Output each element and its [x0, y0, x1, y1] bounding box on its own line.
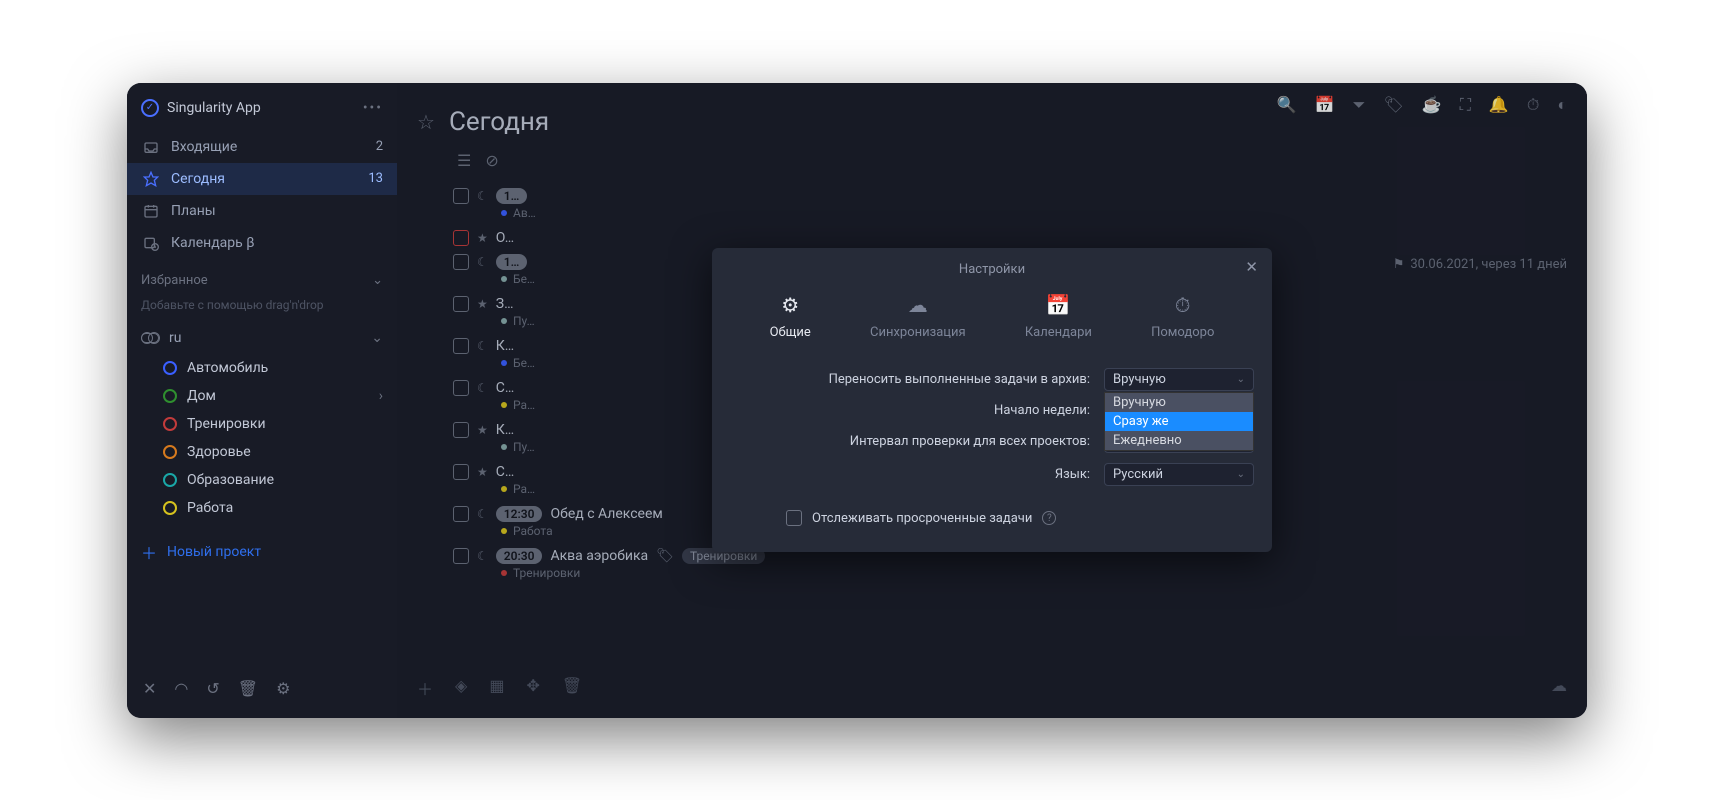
sidebar-item-label: Календарь β [171, 235, 255, 251]
new-project-label: Новый проект [167, 544, 261, 560]
app-header: Singularity App ••• [127, 93, 397, 131]
modal-tab-label: Календари [1025, 325, 1092, 340]
settings-modal: Настройки ✕ ⚙ Общие ☁ Синхронизация 📅 Ка… [712, 248, 1272, 552]
stopwatch-icon: ⏱ [1175, 293, 1191, 317]
sidebar-item-inbox[interactable]: Входящие 2 [127, 131, 397, 163]
calendar-clock-icon [141, 235, 161, 251]
calendar-icon [141, 203, 161, 219]
dropdown-option[interactable]: Ежедневно [1105, 431, 1253, 450]
project-item[interactable]: Образование [127, 466, 397, 494]
history-icon[interactable]: ↺ [206, 679, 219, 698]
project-label: Работа [187, 500, 233, 516]
project-color-icon [163, 445, 177, 459]
project-color-icon [163, 417, 177, 431]
sidebar-item-label: Входящие [171, 139, 237, 155]
caret-icon: ⌄ [1237, 374, 1245, 385]
main-area: 🔍 📅 ⏷ 🏷 ☕ ⛶ 🔔 ⏱ ◐ ☆ Сегодня ☰ ⊘ ⚑ 30.06.… [397, 83, 1587, 718]
modal-tab-label: Общие [770, 325, 811, 340]
setting-track-row: Отслеживать просроченные задачи ? [730, 496, 1254, 526]
chevron-down-icon: ⌄ [372, 273, 383, 288]
project-label: Дом [187, 388, 216, 404]
sidebar-footer: ✕ ◠ ↺ 🗑 ⚙ [127, 669, 397, 708]
project-root-icon [141, 333, 159, 343]
modal-tab-pomodoro[interactable]: ⏱ Помодоро [1151, 293, 1214, 340]
modal-tab-general[interactable]: ⚙ Общие [770, 293, 811, 340]
project-item[interactable]: Автомобиль [127, 354, 397, 382]
project-color-icon [163, 361, 177, 375]
favorites-section[interactable]: Избранное ⌄ [127, 259, 397, 294]
track-overdue-label: Отслеживать просроченные задачи [812, 511, 1032, 526]
sidebar-item-label: Сегодня [171, 171, 225, 187]
project-color-icon [163, 501, 177, 515]
chevron-down-icon: ⌄ [371, 330, 383, 346]
archive-dropdown: Вручную Сразу же Ежедневно [1104, 392, 1254, 451]
app-window: Singularity App ••• Входящие 2 Сегодня 1… [127, 83, 1587, 718]
gear-icon: ⚙ [781, 293, 799, 317]
modal-tab-calendars[interactable]: 📅 Календари [1025, 293, 1092, 340]
archive-icon[interactable]: 🗑 [238, 679, 258, 698]
plus-icon: ＋ [141, 540, 157, 564]
favorites-hint: Добавьте с помощью drag'n'drop [127, 294, 397, 322]
sidebar-item-count: 13 [368, 171, 383, 186]
shuffle-icon[interactable]: ✕ [143, 679, 156, 698]
sidebar-item-calendar[interactable]: Календарь β [127, 227, 397, 259]
setting-lang-select[interactable]: Русский ⌄ [1104, 463, 1254, 486]
caret-icon: ⌄ [1237, 469, 1245, 480]
modal-tab-label: Помодоро [1151, 325, 1214, 340]
project-label: Тренировки [187, 416, 266, 432]
project-root[interactable]: ru ⌄ [127, 322, 397, 354]
chevron-right-icon: › [379, 388, 383, 404]
settings-icon[interactable]: ⚙ [276, 679, 290, 698]
sidebar: Singularity App ••• Входящие 2 Сегодня 1… [127, 83, 397, 718]
new-project-button[interactable]: ＋ Новый проект [127, 528, 397, 576]
star-icon [141, 171, 161, 187]
modal-title: Настройки [730, 262, 1254, 287]
modal-tab-label: Синхронизация [870, 325, 966, 340]
project-item[interactable]: Дом › [127, 382, 397, 410]
setting-archive-select[interactable]: Вручную ⌄ [1104, 368, 1254, 391]
project-item[interactable]: Работа [127, 494, 397, 522]
project-label: Здоровье [187, 444, 251, 460]
favorites-title: Избранное [141, 273, 208, 288]
project-label: Автомобиль [187, 360, 268, 376]
app-menu-button[interactable]: ••• [363, 100, 383, 116]
inbox-icon [141, 139, 161, 155]
help-icon[interactable]: ? [1042, 511, 1056, 525]
track-overdue-checkbox[interactable] [786, 510, 802, 526]
calendar-icon: 📅 [1046, 293, 1071, 317]
modal-close-button[interactable]: ✕ [1245, 258, 1258, 276]
project-color-icon [163, 473, 177, 487]
project-root-label: ru [169, 330, 181, 346]
modal-tabs: ⚙ Общие ☁ Синхронизация 📅 Календари ⏱ По… [730, 287, 1254, 358]
rainbow-icon[interactable]: ◠ [174, 679, 188, 698]
sidebar-item-today[interactable]: Сегодня 13 [127, 163, 397, 195]
setting-week-label: Начало недели: [730, 403, 1104, 418]
setting-lang-label: Язык: [730, 467, 1104, 482]
project-item[interactable]: Здоровье [127, 438, 397, 466]
project-label: Образование [187, 472, 274, 488]
sidebar-item-plans[interactable]: Планы [127, 195, 397, 227]
setting-lang-row: Язык: Русский ⌄ [730, 463, 1254, 486]
setting-archive-row: Переносить выполненные задачи в архив: В… [730, 368, 1254, 391]
dropdown-option[interactable]: Вручную [1105, 393, 1253, 412]
select-value: Вручную [1113, 372, 1166, 387]
sidebar-item-count: 2 [376, 139, 383, 154]
modal-tab-sync[interactable]: ☁ Синхронизация [870, 293, 966, 340]
setting-archive-label: Переносить выполненные задачи в архив: [730, 372, 1104, 387]
setting-interval-label: Интервал проверки для всех проектов: [730, 434, 1104, 449]
app-logo-icon [141, 99, 159, 117]
cloud-sync-icon: ☁ [908, 293, 928, 317]
project-color-icon [163, 389, 177, 403]
project-item[interactable]: Тренировки [127, 410, 397, 438]
app-name: Singularity App [167, 100, 261, 116]
select-value: Русский [1113, 467, 1163, 482]
dropdown-option[interactable]: Сразу же [1105, 412, 1253, 431]
sidebar-item-label: Планы [171, 203, 216, 219]
